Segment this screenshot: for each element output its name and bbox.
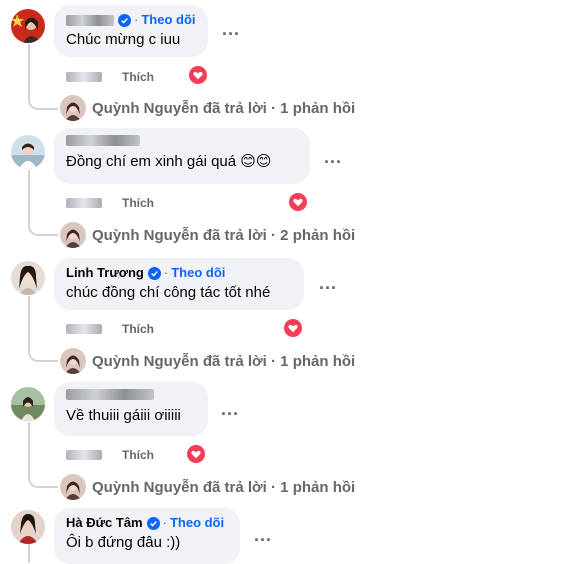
avatar[interactable]: [11, 9, 45, 43]
comment-text: Về thuiii gáiii ơiiiii: [66, 407, 181, 424]
reply-avatar: [60, 95, 86, 121]
reply-connector: [28, 214, 58, 236]
separator-dot: ·: [163, 265, 169, 280]
follow-button[interactable]: Theo dõi: [170, 515, 224, 531]
timestamp-blurred[interactable]: [66, 72, 102, 82]
comment-actions: Thích: [66, 70, 154, 84]
avatar[interactable]: [11, 135, 45, 169]
commenter-name-blurred[interactable]: [66, 135, 140, 146]
avatar[interactable]: [11, 261, 45, 295]
replies-summary[interactable]: Quỳnh Nguyễn đã trả lời · 2 phản hồi: [92, 227, 355, 244]
avatar[interactable]: [11, 387, 45, 421]
follow-button[interactable]: Theo dõi: [171, 265, 225, 281]
replies-link[interactable]: Quỳnh Nguyễn đã trả lời · 2 phản hồi: [60, 222, 355, 248]
commenter-name[interactable]: Linh Trương: [66, 265, 144, 281]
replies-summary[interactable]: Quỳnh Nguyễn đã trả lời · 1 phản hồi: [92, 479, 355, 496]
comment-text: chúc đồng chí công tác tốt nhé: [66, 284, 271, 301]
reply-avatar: [60, 222, 86, 248]
more-options-button[interactable]: ...: [222, 20, 240, 38]
comment-actions: Thích: [66, 196, 154, 210]
timestamp-blurred[interactable]: [66, 198, 102, 208]
reply-avatar: [60, 348, 86, 374]
like-button[interactable]: Thích: [122, 448, 154, 462]
avatar[interactable]: [11, 510, 45, 544]
reply-connector: [28, 88, 58, 110]
commenter-name[interactable]: Hà Đức Tâm: [66, 515, 143, 531]
comment-actions: Thích: [66, 448, 154, 462]
comment-bubble: Linh Trương · Theo dõi chúc đồng chí côn…: [54, 258, 304, 310]
heart-icon[interactable]: [187, 445, 205, 463]
replies-summary[interactable]: Quỳnh Nguyễn đã trả lời · 1 phản hồi: [92, 100, 355, 117]
heart-icon[interactable]: [189, 66, 207, 84]
timestamp-blurred[interactable]: [66, 324, 102, 334]
reply-avatar: [60, 474, 86, 500]
comment-bubble: · Theo dõi Chúc mừng c iuu: [54, 5, 208, 57]
replies-summary[interactable]: Quỳnh Nguyễn đã trả lời · 1 phản hồi: [92, 353, 355, 370]
more-options-button[interactable]: ...: [254, 526, 272, 544]
commenter-name-blurred[interactable]: [66, 14, 114, 26]
comment-text: Ôi b đứng đâu :)): [66, 534, 181, 551]
commenter-name-blurred[interactable]: [66, 389, 154, 400]
like-button[interactable]: Thích: [122, 322, 154, 336]
more-options-button[interactable]: ...: [324, 148, 342, 166]
comment-actions: Thích: [66, 322, 154, 336]
more-options-button[interactable]: ...: [319, 274, 337, 292]
comment-text: Đồng chí em xinh gái quá 😊😊: [66, 153, 272, 170]
thread-line: [28, 544, 30, 563]
heart-icon[interactable]: [284, 319, 302, 337]
replies-link[interactable]: Quỳnh Nguyễn đã trả lời · 1 phản hồi: [60, 348, 355, 374]
separator-dot: ·: [134, 12, 139, 27]
reply-connector: [28, 340, 58, 362]
comment-bubble: Về thuiii gáiii ơiiiii: [54, 382, 208, 436]
comment-text: Chúc mừng c iuu: [66, 31, 181, 48]
more-options-button[interactable]: ...: [221, 400, 239, 418]
separator-dot: ·: [162, 515, 167, 530]
heart-icon[interactable]: [289, 193, 307, 211]
verified-badge-icon: [118, 13, 131, 27]
like-button[interactable]: Thích: [122, 196, 154, 210]
verified-badge-icon: [147, 266, 161, 280]
replies-link[interactable]: Quỳnh Nguyễn đã trả lời · 1 phản hồi: [60, 474, 355, 500]
timestamp-blurred[interactable]: [66, 450, 102, 460]
reply-connector: [28, 466, 58, 488]
replies-link[interactable]: Quỳnh Nguyễn đã trả lời · 1 phản hồi: [60, 95, 355, 121]
verified-badge-icon: [146, 516, 160, 530]
follow-button[interactable]: Theo dõi: [141, 12, 195, 28]
comment-bubble: Đồng chí em xinh gái quá 😊😊: [54, 128, 310, 184]
like-button[interactable]: Thích: [122, 70, 154, 84]
comment-bubble: Hà Đức Tâm · Theo dõi Ôi b đứng đâu :)): [54, 508, 240, 564]
